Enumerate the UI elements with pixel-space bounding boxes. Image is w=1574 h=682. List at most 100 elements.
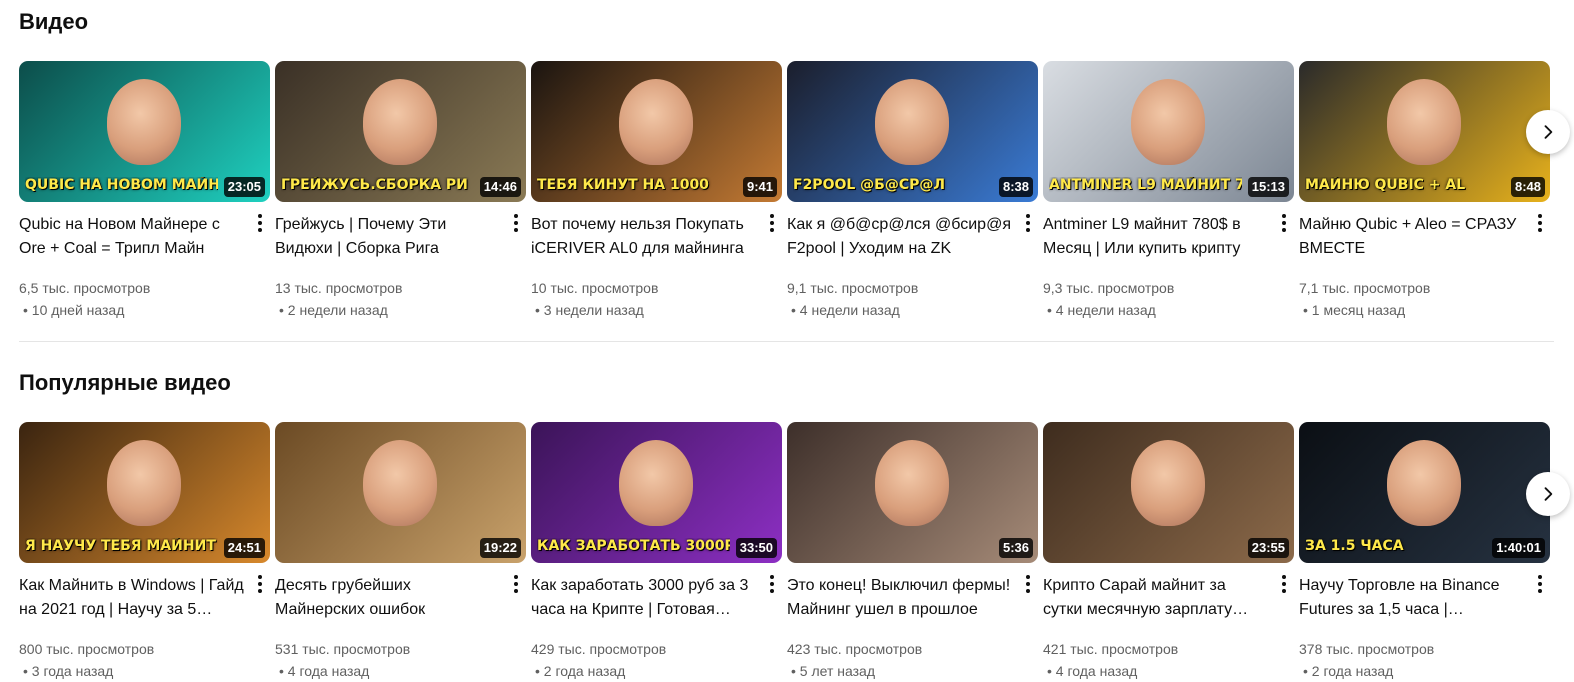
video-thumbnail[interactable]: QUBIC НА НОВОМ МАЙНЕРЕ С ORE 23:05 xyxy=(19,61,270,202)
bullet-separator: • xyxy=(279,663,288,679)
view-count: 423 тыс. просмотров xyxy=(787,641,923,657)
thumbnail-text: МАЙНЮ QUBIC + AL xyxy=(1305,177,1466,193)
more-actions-icon[interactable] xyxy=(760,211,784,235)
presenter-face-image xyxy=(1131,440,1205,526)
upload-age-text: 1 месяц назад xyxy=(1311,302,1406,318)
thumbnail-text: ГРЕЙЖУСЬ.СБОРКА РИ xyxy=(281,177,468,193)
thumbnail-text: QUBIC НА НОВОМ МАЙНЕРЕ С ORE xyxy=(25,177,218,193)
video-title[interactable]: Грейжусь | Почему Эти Видюхи | Сборка Ри… xyxy=(275,213,500,261)
video-thumbnail[interactable]: 23:55 xyxy=(1043,422,1294,563)
more-actions-icon[interactable] xyxy=(248,211,272,235)
more-actions-icon[interactable] xyxy=(1528,572,1552,596)
more-actions-icon[interactable] xyxy=(1528,211,1552,235)
more-actions-icon[interactable] xyxy=(1016,211,1040,235)
upload-age-text: 10 дней назад xyxy=(31,302,125,318)
upload-age: • 2 года назад xyxy=(1303,661,1393,681)
video-card[interactable]: 19:22 Десять грубейших Майнерских ошибок 5… xyxy=(275,422,526,682)
presenter-face-image xyxy=(619,440,693,526)
duration-badge: 8:48 xyxy=(1510,177,1545,197)
video-card[interactable]: ANTMINER L9 МАЙНИТ 780$ В 15:13 Antminer L… xyxy=(1043,61,1294,321)
shelf-title[interactable]: Популярные видео xyxy=(19,369,231,397)
thumbnail-text: Я НАУЧУ ТЕБЯ МАЙНИТ xyxy=(25,538,216,554)
section-divider xyxy=(19,341,1554,342)
upload-age-text: 2 года назад xyxy=(543,663,626,679)
presenter-face-image xyxy=(1387,440,1461,526)
video-title[interactable]: Как заработать 3000 руб за 3 часа на Кри… xyxy=(531,574,756,622)
thumbnail-text: F2POOL @Б@СР@Л xyxy=(793,177,945,193)
video-title[interactable]: Майню Qubic + Aleo = СРАЗУ ВМЕСТЕ xyxy=(1299,213,1524,261)
presenter-face-image xyxy=(875,79,949,165)
presenter-face-image xyxy=(875,440,949,526)
chevron-right-icon xyxy=(1544,125,1553,139)
upload-age-text: 2 года назад xyxy=(1311,663,1394,679)
upload-age: • 3 недели назад xyxy=(535,300,644,320)
next-arrow-button[interactable] xyxy=(1526,472,1570,516)
video-thumbnail[interactable]: КАК ЗАРАБОТАТЬ 3000Р 33:50 xyxy=(531,422,782,563)
video-title[interactable]: Научу Торговле на Binance Futures за 1,5… xyxy=(1299,574,1524,622)
duration-badge: 19:22 xyxy=(479,538,521,558)
video-card[interactable]: QUBIC НА НОВОМ МАЙНЕРЕ С ORE 23:05 Qubic н… xyxy=(19,61,270,321)
thumbnail-text: ANTMINER L9 МАЙНИТ 780$ В xyxy=(1049,177,1242,193)
video-title[interactable]: Antminer L9 майнит 780$ в Месяц | Или ку… xyxy=(1043,213,1268,261)
more-actions-icon[interactable] xyxy=(504,211,528,235)
presenter-face-image xyxy=(619,79,693,165)
thumbnail-text: ЗА 1.5 ЧАСА xyxy=(1305,538,1404,554)
video-card[interactable]: ТЕБЯ КИНУТ НА 1000 9:41 Вот почему нельзя … xyxy=(531,61,782,321)
video-card[interactable]: МАЙНЮ QUBIC + AL 8:48 Майню Qubic + Aleo =… xyxy=(1299,61,1550,321)
upload-age: • 2 недели назад xyxy=(279,300,388,320)
video-card[interactable]: ГРЕЙЖУСЬ.СБОРКА РИ 14:46 Грейжусь | Почему… xyxy=(275,61,526,321)
video-card[interactable]: 23:55 Крипто Сарай майнит за сутки месячн… xyxy=(1043,422,1294,682)
presenter-face-image xyxy=(107,79,181,165)
bullet-separator: • xyxy=(1047,663,1056,679)
video-title[interactable]: Вот почему нельзя Покупать iCERIVER AL0 … xyxy=(531,213,756,261)
video-thumbnail[interactable]: ГРЕЙЖУСЬ.СБОРКА РИ 14:46 xyxy=(275,61,526,202)
video-thumbnail[interactable]: ANTMINER L9 МАЙНИТ 780$ В 15:13 xyxy=(1043,61,1294,202)
video-title[interactable]: Крипто Сарай майнит за сутки месячную за… xyxy=(1043,574,1268,622)
presenter-face-image xyxy=(107,440,181,526)
upload-age-text: 3 недели назад xyxy=(543,302,644,318)
video-card[interactable]: КАК ЗАРАБОТАТЬ 3000Р 33:50 Как заработать … xyxy=(531,422,782,682)
video-thumbnail[interactable]: МАЙНЮ QUBIC + AL 8:48 xyxy=(1299,61,1550,202)
shelf-title[interactable]: Видео xyxy=(19,8,88,36)
more-actions-icon[interactable] xyxy=(1272,211,1296,235)
duration-badge: 23:55 xyxy=(1247,538,1289,558)
more-actions-icon[interactable] xyxy=(504,572,528,596)
bullet-separator: • xyxy=(23,302,32,318)
view-count: 10 тыс. просмотров xyxy=(531,280,659,296)
video-thumbnail[interactable]: F2POOL @Б@СР@Л 8:38 xyxy=(787,61,1038,202)
presenter-face-image xyxy=(363,440,437,526)
more-actions-icon[interactable] xyxy=(1272,572,1296,596)
next-arrow-button[interactable] xyxy=(1526,110,1570,154)
video-title[interactable]: Qubic на Новом Майнере с Ore + Coal = Тр… xyxy=(19,213,244,261)
video-thumbnail[interactable]: 5:36 xyxy=(787,422,1038,563)
video-thumbnail[interactable]: 19:22 xyxy=(275,422,526,563)
video-thumbnail[interactable]: ЗА 1.5 ЧАСА 1:40:01 xyxy=(1299,422,1550,563)
video-title[interactable]: Как Майнить в Windows | Гайд на 2021 год… xyxy=(19,574,244,622)
view-count: 9,1 тыс. просмотров xyxy=(787,280,919,296)
upload-age-text: 4 недели назад xyxy=(1055,302,1156,318)
video-title[interactable]: Как я @б@ср@лся @бсир@я F2pool | Уходим … xyxy=(787,213,1012,261)
upload-age: • 10 дней назад xyxy=(23,300,124,320)
view-count: 800 тыс. просмотров xyxy=(19,641,155,657)
video-title[interactable]: Десять грубейших Майнерских ошибок xyxy=(275,574,500,622)
upload-age-text: 4 года назад xyxy=(1055,663,1138,679)
chevron-right-icon xyxy=(1544,487,1553,501)
duration-badge: 24:51 xyxy=(223,538,265,558)
view-count: 429 тыс. просмотров xyxy=(531,641,667,657)
more-actions-icon[interactable] xyxy=(760,572,784,596)
video-card[interactable]: F2POOL @Б@СР@Л 8:38 Как я @б@ср@лся @бсир@… xyxy=(787,61,1038,321)
upload-age-text: 4 недели назад xyxy=(799,302,900,318)
video-thumbnail[interactable]: ТЕБЯ КИНУТ НА 1000 9:41 xyxy=(531,61,782,202)
more-actions-icon[interactable] xyxy=(1016,572,1040,596)
video-title[interactable]: Это конец! Выключил фермы! Майнинг ушел … xyxy=(787,574,1012,622)
video-thumbnail[interactable]: Я НАУЧУ ТЕБЯ МАЙНИТ 24:51 xyxy=(19,422,270,563)
bullet-separator: • xyxy=(279,302,288,318)
video-card[interactable]: Я НАУЧУ ТЕБЯ МАЙНИТ 24:51 Как Майнить в Wi… xyxy=(19,422,270,682)
video-card[interactable]: 5:36 Это конец! Выключил фермы! Майнинг у… xyxy=(787,422,1038,682)
more-actions-icon[interactable] xyxy=(248,572,272,596)
upload-age: • 4 недели назад xyxy=(791,300,900,320)
upload-age: • 5 лет назад xyxy=(791,661,875,681)
video-card[interactable]: ЗА 1.5 ЧАСА 1:40:01 Научу Торговле на Bina… xyxy=(1299,422,1550,682)
view-count: 378 тыс. просмотров xyxy=(1299,641,1435,657)
duration-badge: 1:40:01 xyxy=(1492,538,1545,558)
